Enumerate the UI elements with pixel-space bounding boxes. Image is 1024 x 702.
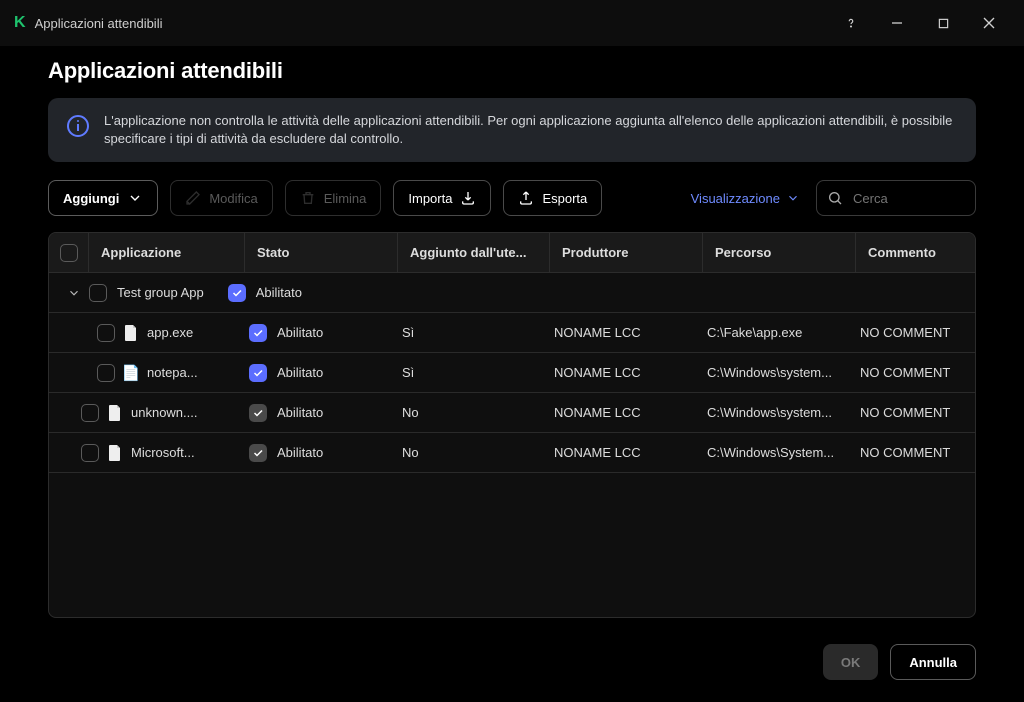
state-text: Abilitato (256, 285, 302, 300)
file-icon (107, 405, 123, 421)
added-cell: Sì (390, 313, 542, 352)
app-logo-icon: K (14, 14, 25, 32)
chevron-down-icon (127, 190, 143, 206)
producer-cell: NONAME LCC (542, 393, 695, 432)
app-name: app.exe (147, 325, 193, 340)
import-button-label: Importa (408, 191, 452, 206)
comment-cell: NO COMMENT (848, 313, 975, 352)
export-icon (518, 190, 534, 206)
checkbox[interactable] (81, 404, 99, 422)
added-cell: No (390, 393, 542, 432)
checkbox[interactable] (97, 324, 115, 342)
header-select-all[interactable] (49, 233, 89, 272)
comment-cell: NO COMMENT (848, 433, 975, 472)
delete-button-label: Elimina (324, 191, 367, 206)
table-header: Applicazione Stato Aggiunto dall'ute... … (49, 233, 975, 273)
producer-cell: NONAME LCC (542, 313, 695, 352)
titlebar: K Applicazioni attendibili (0, 0, 1024, 46)
table-body: Test group App Abilitato app.exe Abilitato S… (49, 273, 975, 617)
window-title: Applicazioni attendibili (35, 16, 163, 31)
state-toggle[interactable] (249, 404, 267, 422)
header-col-app[interactable]: Applicazione (89, 233, 245, 272)
export-button[interactable]: Esporta (503, 180, 602, 216)
state-toggle[interactable] (228, 284, 246, 302)
notepad-icon: 📄 (123, 365, 139, 381)
import-button[interactable]: Importa (393, 180, 491, 216)
ok-button: OK (823, 644, 879, 680)
edit-button: Modifica (170, 180, 272, 216)
checkbox[interactable] (60, 244, 78, 262)
state-text: Abilitato (277, 405, 323, 420)
search-icon (827, 190, 843, 206)
info-icon (66, 114, 90, 138)
group-name: Test group App (117, 285, 204, 300)
checkbox[interactable] (89, 284, 107, 302)
footer: OK Annulla (0, 626, 1024, 702)
info-text: L'applicazione non controlla le attività… (104, 112, 958, 148)
header-col-path[interactable]: Percorso (703, 233, 856, 272)
producer-cell: NONAME LCC (542, 433, 695, 472)
file-icon (107, 445, 123, 461)
edit-button-label: Modifica (209, 191, 257, 206)
added-cell: Sì (390, 353, 542, 392)
header-col-added[interactable]: Aggiunto dall'ute... (398, 233, 550, 272)
table: Applicazione Stato Aggiunto dall'ute... … (48, 232, 976, 618)
table-row[interactable]: unknown.... Abilitato NoNONAME LCCC:\Windo… (49, 393, 975, 433)
comment-cell: NO COMMENT (848, 393, 975, 432)
state-toggle[interactable] (249, 364, 267, 382)
close-button[interactable] (966, 8, 1012, 38)
import-icon (460, 190, 476, 206)
add-button[interactable]: Aggiungi (48, 180, 158, 216)
help-button[interactable] (828, 8, 874, 38)
page-title: Applicazioni attendibili (48, 58, 976, 84)
checkbox[interactable] (97, 364, 115, 382)
header-col-producer[interactable]: Produttore (550, 233, 703, 272)
trash-icon (300, 190, 316, 206)
checkbox[interactable] (81, 444, 99, 462)
state-text: Abilitato (277, 445, 323, 460)
comment-cell: NO COMMENT (848, 353, 975, 392)
view-dropdown-label: Visualizzazione (691, 191, 780, 206)
table-row[interactable]: app.exe Abilitato SìNONAME LCCC:\Fake\app.… (49, 313, 975, 353)
add-button-label: Aggiungi (63, 191, 119, 206)
app-name: notepa... (147, 365, 198, 380)
table-row[interactable]: 📄 notepa... Abilitato SìNONAME LCCC:\Window… (49, 353, 975, 393)
state-toggle[interactable] (249, 324, 267, 342)
file-icon (123, 325, 139, 341)
state-text: Abilitato (277, 365, 323, 380)
added-cell: No (390, 433, 542, 472)
info-banner: L'applicazione non controlla le attività… (48, 98, 976, 162)
delete-button: Elimina (285, 180, 382, 216)
header-col-state[interactable]: Stato (245, 233, 398, 272)
minimize-button[interactable] (874, 8, 920, 38)
search-input[interactable] (851, 190, 965, 207)
search-box[interactable] (816, 180, 976, 216)
chevron-down-icon (786, 191, 800, 205)
cancel-button[interactable]: Annulla (890, 644, 976, 680)
header-col-comment[interactable]: Commento (856, 233, 975, 272)
export-button-label: Esporta (542, 191, 587, 206)
path-cell: C:\Fake\app.exe (695, 313, 848, 352)
path-cell: C:\Windows\System... (695, 433, 848, 472)
app-name: Microsoft... (131, 445, 195, 460)
pencil-icon (185, 190, 201, 206)
toolbar: Aggiungi Modifica Elimina Importa Esport… (48, 180, 976, 216)
path-cell: C:\Windows\system... (695, 353, 848, 392)
maximize-button[interactable] (920, 8, 966, 38)
state-text: Abilitato (277, 325, 323, 340)
chevron-down-icon[interactable] (67, 286, 81, 300)
table-row[interactable]: Microsoft... Abilitato NoNONAME LCCC:\Wind… (49, 433, 975, 473)
app-name: unknown.... (131, 405, 198, 420)
group-row[interactable]: Test group App Abilitato (49, 273, 975, 313)
view-dropdown[interactable]: Visualizzazione (687, 191, 804, 206)
state-toggle[interactable] (249, 444, 267, 462)
producer-cell: NONAME LCC (542, 353, 695, 392)
path-cell: C:\Windows\system... (695, 393, 848, 432)
